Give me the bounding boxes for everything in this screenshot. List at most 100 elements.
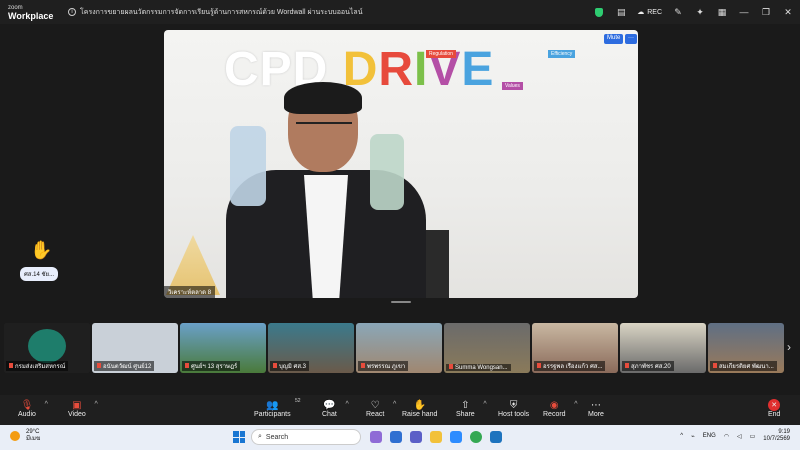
end-button[interactable]: ✕ End: [768, 399, 780, 418]
weather-text: 29°C มีเมฆ: [26, 429, 40, 443]
speaker-hair: [284, 82, 362, 114]
video-options-chevron-icon[interactable]: ^: [94, 401, 97, 408]
react-options-chevron-icon[interactable]: ^: [393, 401, 396, 408]
bottle-right: [370, 134, 404, 210]
share-options-chevron-icon[interactable]: ^: [483, 401, 486, 408]
show-hidden-icons-icon[interactable]: ^: [680, 433, 683, 439]
start-menu-icon[interactable]: [233, 431, 245, 443]
tile-name: สุภาพัชร ศส.20: [622, 361, 674, 371]
grid-view-icon[interactable]: ▦: [716, 6, 728, 18]
host-tools-label: Host tools: [498, 411, 530, 418]
pinned-apps: [370, 431, 502, 443]
participants-label: Participants: [254, 411, 291, 418]
clock-time: 9:19: [778, 429, 790, 435]
magic-icon[interactable]: ✦: [694, 6, 706, 18]
windows-taskbar: 29°C มีเมฆ ⌕ Search ^ ⌁ ENG ◠ ◁ ▭ 9:19 1…: [0, 425, 800, 450]
file-explorer-icon[interactable]: [430, 431, 442, 443]
clock[interactable]: 9:19 10/7/2569: [763, 429, 790, 443]
share-label: Share: [456, 411, 475, 418]
participants-count: 52: [295, 398, 301, 404]
raise-hand-button[interactable]: ✋ Raise hand: [402, 399, 437, 419]
gallery-tile[interactable]: อรรฐพล เรืองแก้ว ศส...: [532, 323, 618, 373]
host-tools-button[interactable]: ⛨ Host tools: [498, 399, 530, 419]
participants-button[interactable]: 👥 Participants 52: [254, 398, 301, 418]
tile-name: Summa Wongsan...: [446, 364, 511, 371]
taskbar-search[interactable]: ⌕ Search: [251, 429, 361, 445]
zoom-brand: zoom Workplace: [0, 5, 60, 21]
active-speaker-video[interactable]: CPD DRIVE Regulation Values Efficiency M…: [164, 30, 638, 298]
audio-button[interactable]: 🎙 Audio ^: [18, 399, 48, 419]
close-icon[interactable]: ✕: [782, 6, 794, 18]
tile-name: ศูนย์ฯ 13 สุราษฎร์: [182, 361, 241, 371]
mic-muted-icon: [97, 363, 101, 368]
tag-values: Values: [502, 82, 523, 90]
resize-handle[interactable]: [391, 301, 411, 303]
language-indicator[interactable]: ENG: [703, 433, 716, 439]
meeting-info[interactable]: i โครงการขยายผลนวัตกรรมการจัดการเรียนรู้…: [68, 7, 363, 18]
zoom-app-icon[interactable]: [450, 431, 462, 443]
title-bar-controls: ▤ ☁ REC ✎ ✦ ▦ — ❐ ✕: [593, 0, 794, 24]
cloud-recording-indicator[interactable]: ☁ REC: [637, 8, 662, 17]
chat-options-chevron-icon[interactable]: ^: [346, 401, 349, 408]
battery-icon[interactable]: ▭: [750, 433, 756, 440]
chat-button[interactable]: 💬 Chat ^: [322, 399, 349, 419]
tag-efficiency: Efficiency: [548, 50, 576, 58]
clock-date: 10/7/2569: [763, 436, 790, 442]
end-label: End: [768, 411, 781, 418]
security-shield-icon[interactable]: [593, 6, 605, 18]
restore-icon[interactable]: ❐: [760, 6, 772, 18]
tile-name: บุญมิ ศส.3: [270, 361, 310, 371]
react-label: React: [366, 411, 385, 418]
info-icon[interactable]: i: [68, 8, 76, 16]
cpd-emblem-icon: [28, 329, 66, 363]
share-screen-icon: ⇧: [461, 399, 470, 411]
gallery-tile[interactable]: พรพรรณ ภูเขา: [356, 323, 442, 373]
video-more-button[interactable]: ···: [625, 34, 637, 44]
tag-regulation: Regulation: [426, 50, 456, 58]
network-icon[interactable]: ⌁: [691, 433, 695, 440]
gallery-tile[interactable]: อนันตวัฒน์ ศูนย์12: [92, 323, 178, 373]
sun-icon: [10, 431, 20, 441]
record-button[interactable]: ◉ Record ^: [543, 399, 578, 419]
cloud-icon: ☁: [637, 9, 645, 16]
mic-muted-icon: [713, 363, 717, 368]
video-button[interactable]: ▣ Video ^: [68, 399, 98, 419]
mute-button[interactable]: Mute: [604, 34, 624, 44]
react-button[interactable]: ♡ React ^: [366, 399, 396, 419]
record-icon: ◉: [549, 399, 559, 411]
wifi-icon[interactable]: ◠: [724, 433, 729, 440]
meeting-toolbar: 🎙 Audio ^ ▣ Video ^ 👥 Participants 52 💬 …: [0, 395, 800, 425]
tile-name: กรมส่งเสริมสหกรณ์: [6, 361, 69, 371]
audio-options-chevron-icon[interactable]: ^: [45, 401, 48, 408]
pen-icon[interactable]: ✎: [672, 6, 684, 18]
volume-icon[interactable]: ◁: [737, 433, 742, 440]
more-label: More: [588, 411, 604, 418]
record-label: Record: [543, 411, 566, 418]
search-icon: ⌕: [258, 433, 262, 440]
notes-icon[interactable]: ▤: [615, 6, 627, 18]
teams-icon[interactable]: [410, 431, 422, 443]
share-button[interactable]: ⇧ Share ^: [456, 399, 487, 419]
more-button[interactable]: ⋯ More: [588, 399, 604, 419]
gallery-next-icon[interactable]: ›: [787, 340, 791, 354]
gallery-tile[interactable]: สุภาพัชร ศส.20: [620, 323, 706, 373]
gallery-tile[interactable]: ศูนย์ฯ 13 สุราษฎร์: [180, 323, 266, 373]
temperature: 29°C: [26, 429, 40, 435]
record-options-chevron-icon[interactable]: ^: [574, 401, 577, 408]
heart-icon: ♡: [370, 399, 380, 411]
gallery-tile[interactable]: Summa Wongsan...: [444, 323, 530, 373]
system-tray: ^ ⌁ ENG ◠ ◁ ▭ 9:19 10/7/2569: [680, 429, 790, 443]
gallery-tile[interactable]: บุญมิ ศส.3: [268, 323, 354, 373]
edge-icon[interactable]: [390, 431, 402, 443]
outlook-icon[interactable]: [490, 431, 502, 443]
minimize-icon[interactable]: —: [738, 6, 750, 18]
gallery-tile[interactable]: กรมส่งเสริมสหกรณ์: [4, 323, 90, 373]
weather-widget[interactable]: 29°C มีเมฆ: [10, 429, 40, 443]
mic-muted-icon: [537, 363, 541, 368]
copilot-icon[interactable]: [370, 431, 382, 443]
mic-muted-icon: [361, 363, 365, 368]
chrome-icon[interactable]: [470, 431, 482, 443]
hand-icon: ✋: [413, 399, 426, 411]
side-participant-tile[interactable]: ✋ ศส.14 ชัย...: [20, 240, 59, 281]
gallery-tile[interactable]: สมเกียรติยศ พัฒนา...: [708, 323, 784, 373]
